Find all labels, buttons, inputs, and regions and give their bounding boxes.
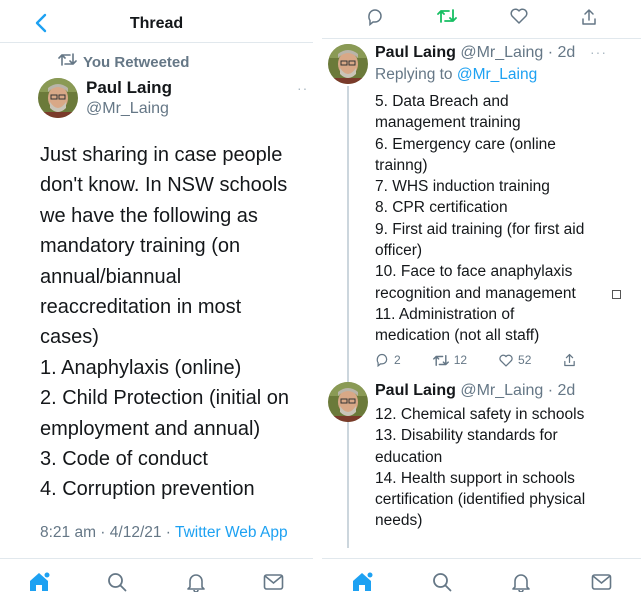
header-divider bbox=[322, 38, 641, 39]
reply-count: 2 bbox=[394, 353, 401, 367]
home-icon[interactable] bbox=[27, 570, 51, 594]
tweet-text: Just sharing in case people don't know. … bbox=[40, 144, 290, 501]
like-count: 52 bbox=[518, 353, 532, 367]
replying-label: Replying to bbox=[375, 66, 453, 83]
thread-connector-line bbox=[347, 86, 349, 548]
retweet-label: You Retweeted bbox=[83, 53, 190, 71]
home-icon[interactable] bbox=[350, 570, 374, 594]
like-icon[interactable] bbox=[510, 8, 528, 31]
messages-icon[interactable] bbox=[262, 570, 286, 594]
retweet-icon bbox=[432, 354, 449, 366]
tweet-actions: 2 12 52 bbox=[375, 353, 613, 367]
header-divider bbox=[0, 42, 313, 43]
author-name[interactable]: Paul Laing bbox=[375, 44, 456, 61]
bottom-tab-bar bbox=[322, 558, 641, 605]
author-handle[interactable]: @Mr_Laing bbox=[460, 44, 543, 61]
like-icon bbox=[499, 354, 513, 367]
tweet-timestamp: 8:21 am · 4/12/21 · bbox=[40, 524, 171, 541]
replying-to: Replying to @Mr_Laing bbox=[375, 66, 537, 84]
avatar[interactable] bbox=[328, 382, 368, 422]
right-thread-panel: Paul Laing @Mr_Laing · 2d ··· Replying t… bbox=[322, 0, 641, 605]
share-action[interactable] bbox=[563, 353, 581, 367]
reply-icon bbox=[376, 354, 388, 367]
more-options-icon[interactable]: ··· bbox=[590, 44, 607, 60]
author-handle[interactable]: @Mr_Laing bbox=[460, 382, 543, 399]
tweet-meta: 8:21 am · 4/12/21 · Twitter Web App bbox=[40, 524, 288, 542]
share-icon bbox=[564, 353, 576, 367]
top-action-bar bbox=[322, 8, 641, 31]
more-options-icon[interactable]: ·· bbox=[297, 80, 308, 96]
panel-divider bbox=[313, 0, 322, 605]
retweet-context: You Retweeted bbox=[58, 52, 189, 72]
tweet-author[interactable]: Paul Laing @Mr_Laing bbox=[86, 78, 172, 118]
left-thread-panel: Thread You Retweeted Paul Laing @Mr_Lain… bbox=[0, 0, 313, 605]
tweet-header: Paul Laing @Mr_Laing · 2d bbox=[375, 44, 576, 61]
tweet-time: 2d bbox=[557, 44, 576, 61]
retweet-count: 12 bbox=[453, 353, 468, 367]
reply-icon[interactable] bbox=[366, 8, 384, 31]
share-icon[interactable] bbox=[581, 8, 597, 31]
author-name[interactable]: Paul Laing bbox=[375, 382, 456, 399]
author-name: Paul Laing bbox=[86, 78, 172, 97]
source-app-link[interactable]: Twitter Web App bbox=[175, 524, 288, 541]
page-title: Thread bbox=[129, 15, 184, 32]
retweet-action[interactable]: 12 bbox=[432, 353, 468, 367]
author-handle: @Mr_Laing bbox=[86, 100, 169, 117]
tweet-text: 12. Chemical safety in schools 13. Disab… bbox=[375, 406, 586, 530]
tweet-header: Paul Laing @Mr_Laing · 2d bbox=[375, 382, 576, 399]
replying-handle-link[interactable]: @Mr_Laing bbox=[457, 66, 537, 83]
like-action[interactable]: 52 bbox=[499, 353, 531, 367]
avatar[interactable] bbox=[38, 78, 78, 118]
retweet-icon bbox=[58, 52, 77, 72]
notifications-icon[interactable] bbox=[184, 570, 208, 594]
reply-action[interactable]: 2 bbox=[375, 353, 401, 367]
scroll-indicator bbox=[612, 290, 621, 299]
search-icon[interactable] bbox=[430, 570, 454, 594]
notifications-icon[interactable] bbox=[509, 570, 533, 594]
tweet-time: 2d bbox=[557, 382, 576, 399]
messages-icon[interactable] bbox=[589, 570, 613, 594]
search-icon[interactable] bbox=[105, 570, 129, 594]
bottom-tab-bar bbox=[0, 558, 313, 605]
tweet-text: 5. Data Breach and management training 6… bbox=[375, 93, 585, 345]
avatar[interactable] bbox=[328, 44, 368, 84]
retweet-icon[interactable] bbox=[437, 8, 458, 31]
